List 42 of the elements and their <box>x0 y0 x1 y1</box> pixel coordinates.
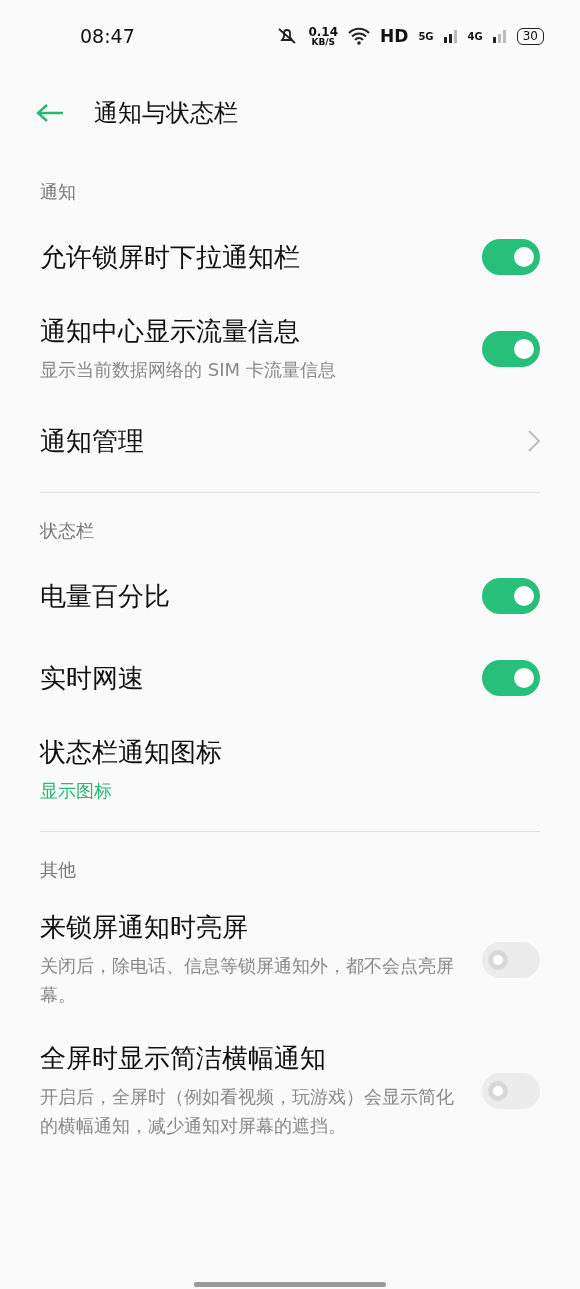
setting-title: 电量百分比 <box>40 579 170 613</box>
toggle-switch[interactable] <box>482 1072 540 1109</box>
speed-unit: KB/S <box>311 37 336 47</box>
toggle-switch[interactable] <box>482 941 540 978</box>
back-arrow-icon[interactable] <box>36 103 64 123</box>
setting-title: 全屏时显示简洁横幅通知 <box>40 1042 327 1075</box>
settings-row[interactable]: 来锁屏通知时亮屏 关闭后，除电话、信息等锁屏通知外，都不会点亮屏幕。 <box>0 894 580 1025</box>
wifi-icon <box>348 27 371 45</box>
signal-icon <box>443 29 458 43</box>
network-speed: 0.14 <box>308 25 339 38</box>
toggle-switch[interactable] <box>482 331 540 367</box>
setting-title: 来锁屏通知时亮屏 <box>40 911 249 944</box>
setting-title: 实时网速 <box>40 661 144 695</box>
network-type: 5G <box>418 30 434 42</box>
setting-description: 显示当前数据网络的 SIM 卡流量信息 <box>40 358 336 382</box>
settings-row[interactable]: 状态栏通知图标 显示图标 <box>0 719 580 821</box>
setting-description: 关闭后，除电话、信息等锁屏通知外，都不会点亮屏幕。 <box>40 954 455 1007</box>
toggle-switch[interactable] <box>482 239 540 275</box>
setting-description: 开启后，全屏时（例如看视频，玩游戏）会显示简化的横幅通知，减少通知对屏幕的遮挡。 <box>40 1085 455 1138</box>
setting-title: 状态栏通知图标 <box>40 736 222 769</box>
setting-value: 显示图标 <box>40 779 113 803</box>
settings-row[interactable]: 通知管理 <box>0 400 580 482</box>
settings-row[interactable]: 电量百分比 <box>0 555 580 637</box>
chevron-right-icon <box>528 430 540 452</box>
settings-row[interactable]: 实时网速 <box>0 637 580 719</box>
settings-row[interactable]: 允许锁屏时下拉通知栏 <box>0 216 580 298</box>
network-type: 4G <box>467 30 483 42</box>
battery-level: 30 <box>516 27 544 45</box>
section-header: 其他 <box>39 858 77 882</box>
settings-row[interactable]: 通知中心显示流量信息 显示当前数据网络的 SIM 卡流量信息 <box>0 298 580 400</box>
section-header: 状态栏 <box>39 519 95 543</box>
settings-row[interactable]: 全屏时显示简洁横幅通知 开启后，全屏时（例如看视频，玩游戏）会显示简化的横幅通知，减少通知对屏幕的遮挡。 <box>0 1025 580 1156</box>
section-header: 通知 <box>39 180 77 204</box>
signal-icon <box>492 29 507 43</box>
setting-title: 允许锁屏时下拉通知栏 <box>40 240 300 274</box>
page-title: 通知与状态栏 <box>94 98 238 129</box>
setting-title: 通知中心显示流量信息 <box>40 315 301 348</box>
toggle-switch[interactable] <box>482 578 540 614</box>
hd-label: HD <box>380 26 409 46</box>
toggle-switch[interactable] <box>482 660 540 696</box>
clock: 08:47 <box>80 25 135 47</box>
setting-title: 通知管理 <box>40 424 144 458</box>
